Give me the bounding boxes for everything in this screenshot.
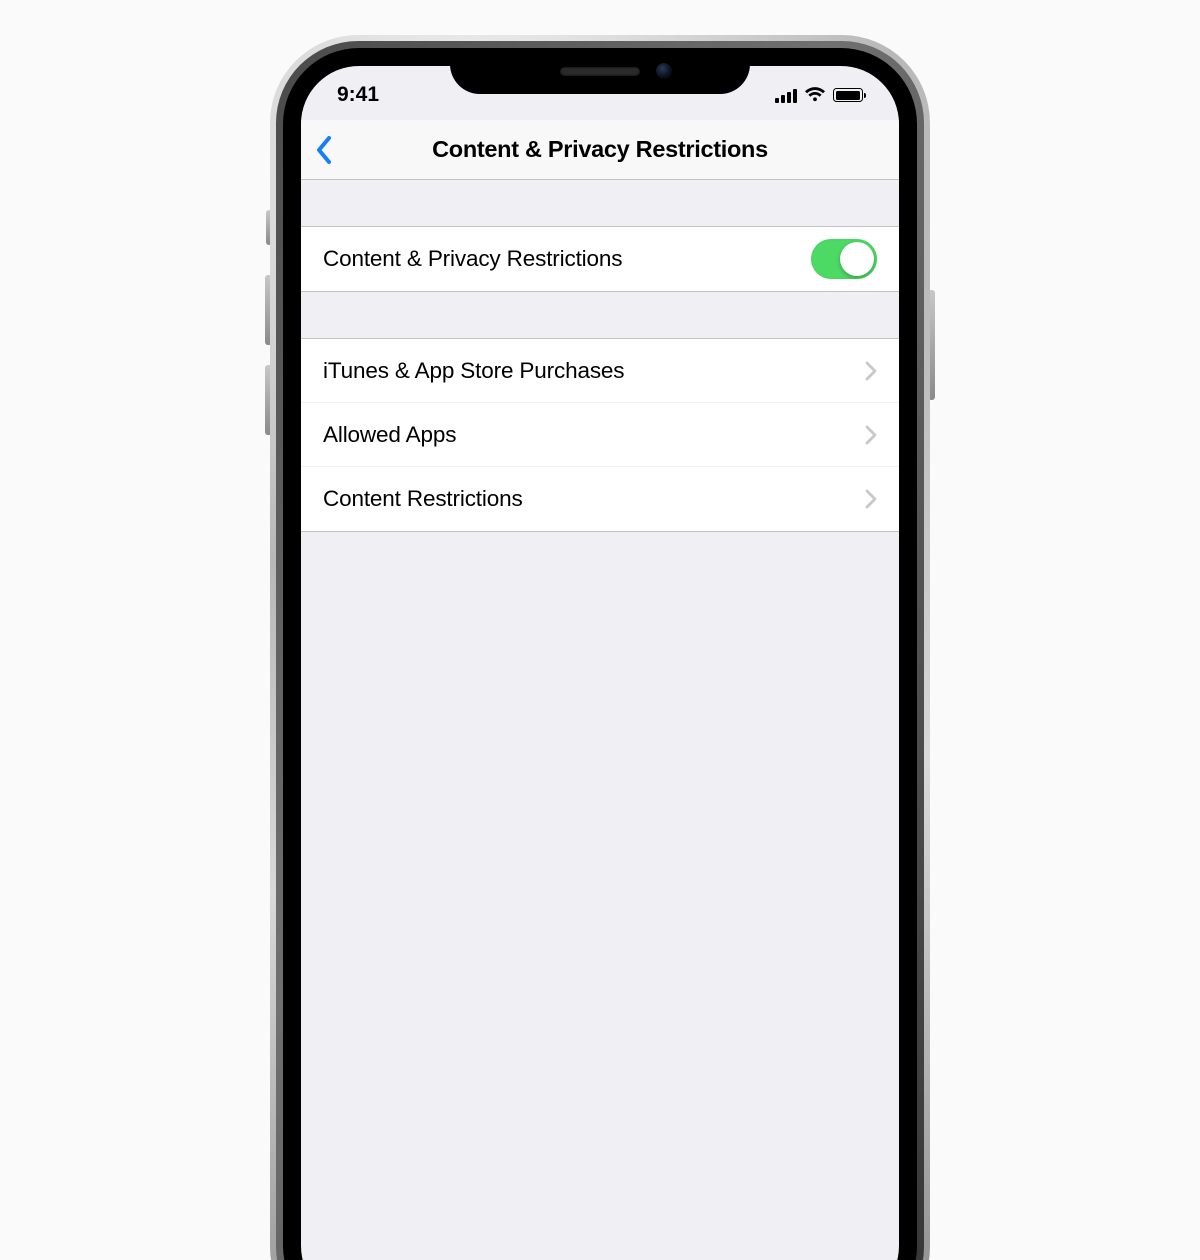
- chevron-right-icon: [865, 361, 877, 381]
- front-camera: [656, 63, 672, 79]
- battery-icon: [833, 88, 863, 102]
- row-content-restrictions[interactable]: Content Restrictions: [301, 467, 899, 531]
- iphone-frame: 9:41: [270, 35, 930, 1260]
- row-itunes-app-store-purchases[interactable]: iTunes & App Store Purchases: [301, 339, 899, 403]
- chevron-right-icon: [865, 489, 877, 509]
- notch: [450, 48, 750, 94]
- row-label: Allowed Apps: [323, 422, 865, 448]
- page-title: Content & Privacy Restrictions: [432, 136, 768, 163]
- cellular-signal-icon: [775, 88, 797, 103]
- chevron-right-icon: [865, 425, 877, 445]
- wifi-icon: [804, 87, 826, 103]
- row-label: Content Restrictions: [323, 486, 865, 512]
- row-label: iTunes & App Store Purchases: [323, 358, 865, 384]
- screen: 9:41: [301, 66, 899, 1260]
- status-time: 9:41: [337, 79, 379, 107]
- navigation-bar: Content & Privacy Restrictions: [301, 120, 899, 180]
- speaker-grille: [560, 67, 640, 76]
- content-privacy-toggle-row[interactable]: Content & Privacy Restrictions: [301, 227, 899, 291]
- toggle-label: Content & Privacy Restrictions: [323, 246, 811, 272]
- row-allowed-apps[interactable]: Allowed Apps: [301, 403, 899, 467]
- back-button[interactable]: [315, 135, 333, 165]
- content-privacy-switch[interactable]: [811, 239, 877, 279]
